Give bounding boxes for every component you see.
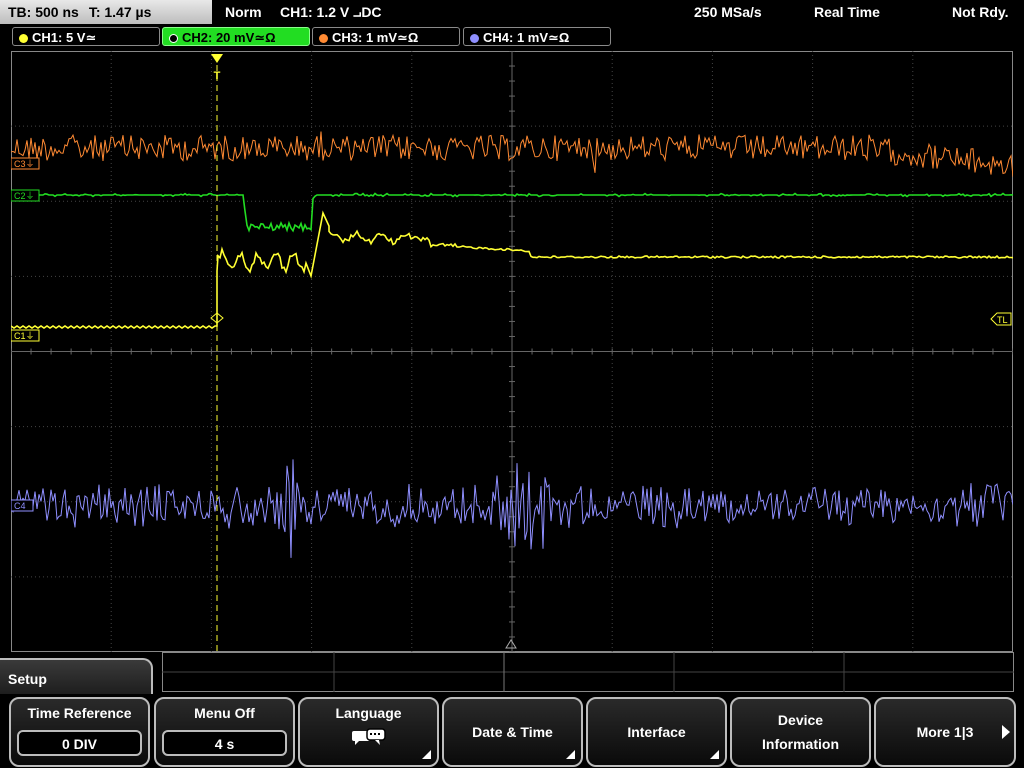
time-reference-softkey[interactable]: Time Reference 0 DIV [9, 697, 150, 767]
c2-ground-marker[interactable]: C2⏚ [11, 189, 40, 202]
timebase-value: TB: 500 ns [8, 4, 79, 20]
time-reference-label: Time Reference [27, 705, 132, 721]
acquisition-state: Not Rdy. [952, 4, 1009, 20]
sample-rate: 250 MSa/s [694, 4, 762, 20]
acquisition-mode: Real Time [814, 4, 880, 20]
trigger-pos-label: T [214, 70, 221, 82]
submenu-indicator-icon [710, 750, 719, 759]
language-softkey[interactable]: Language [298, 697, 439, 767]
menu-title-tab: Setup [0, 658, 153, 694]
device-info-label-2: Information [762, 736, 839, 752]
trigger-mode: Norm [225, 4, 262, 20]
speech-bubbles-icon [351, 728, 386, 745]
trigger-level-marker[interactable]: TL [990, 312, 1012, 326]
trigger-source: CH1: 1.2 V ⨼DC [280, 4, 382, 20]
time-reference-marker [505, 639, 517, 649]
date-time-softkey[interactable]: Date & Time [442, 697, 583, 767]
time-reference-value: 0 DIV [17, 730, 142, 756]
ch4-label: CH4: 1 mV≃Ω [483, 30, 570, 45]
trigger-time-value: T: 1.47 µs [88, 4, 152, 20]
waveform-display[interactable]: T C3⏚ C2⏚ C1⏚ C4 TL [11, 51, 1013, 652]
channel-tab-ch4[interactable]: CH4: 1 mV≃Ω [463, 27, 611, 46]
ch2-label: CH2: 20 mV≃Ω [182, 30, 276, 45]
submenu-indicator-icon [566, 750, 575, 759]
channel-tab-ch1[interactable]: CH1: 5 V≃ [12, 27, 160, 46]
c1-ground-marker[interactable]: C1⏚ [11, 329, 40, 342]
timebase-box[interactable]: TB: 500 ns T: 1.47 µs [0, 0, 212, 24]
ch1-label: CH1: 5 V≃ [32, 30, 97, 45]
ch2-color-dot [169, 34, 178, 43]
menu-off-label: Menu Off [194, 705, 255, 721]
interface-label: Interface [627, 724, 686, 740]
interface-softkey[interactable]: Interface [586, 697, 727, 767]
channel-bar: CH1: 5 V≃ CH2: 20 mV≃Ω CH3: 1 mV≃Ω CH4: … [0, 26, 1024, 48]
c1-marker-label: C1⏚ [14, 331, 35, 341]
trigger-level-label: TL [997, 315, 1008, 325]
c2-marker-label: C2⏚ [14, 191, 35, 201]
c3-marker-label: C3⏚ [14, 159, 35, 169]
submenu-indicator-icon [422, 750, 431, 759]
ch3-label: CH3: 1 mV≃Ω [332, 30, 419, 45]
status-bar: TB: 500 ns T: 1.47 µs Norm CH1: 1.2 V ⨼DC… [0, 0, 1024, 24]
channel-tab-ch2[interactable]: CH2: 20 mV≃Ω [162, 27, 310, 46]
ch1-color-dot [19, 34, 28, 43]
ch4-color-dot [470, 34, 479, 43]
c4-marker-label: C4 [14, 501, 26, 511]
more-label: More 1|3 [916, 724, 974, 740]
device-info-label-1: Device [777, 712, 824, 728]
device-information-softkey[interactable]: Device Information [730, 697, 871, 767]
ch3-color-dot [319, 34, 328, 43]
graticule [11, 51, 1013, 652]
more-softkey[interactable]: More 1|3 [874, 697, 1016, 767]
c4-ground-marker[interactable]: C4 [11, 499, 34, 512]
channel-tab-ch3[interactable]: CH3: 1 mV≃Ω [312, 27, 460, 46]
language-label: Language [335, 705, 402, 721]
menu-off-softkey[interactable]: Menu Off 4 s [154, 697, 295, 767]
next-page-arrow-icon [1002, 725, 1010, 739]
sub-display [162, 652, 1014, 692]
c3-ground-marker[interactable]: C3⏚ [11, 157, 40, 170]
menu-off-value: 4 s [162, 730, 287, 756]
date-time-label: Date & Time [472, 724, 553, 740]
